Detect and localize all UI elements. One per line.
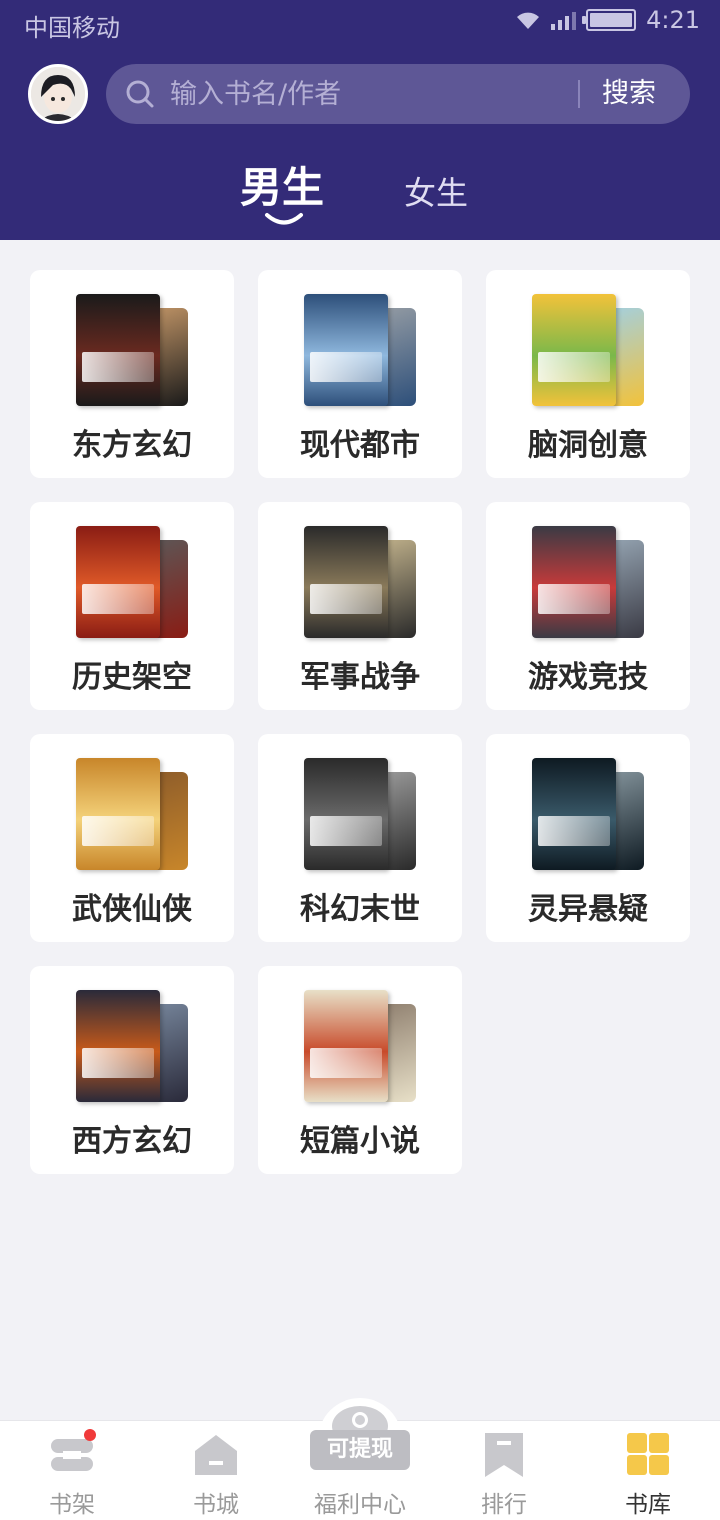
category-card[interactable]: 历史架空 <box>30 502 234 710</box>
cover-title-art <box>310 352 382 382</box>
book-cover-stack <box>532 526 644 638</box>
book-cover-stack <box>532 758 644 870</box>
category-label: 短篇小说 <box>300 1124 420 1159</box>
category-card[interactable]: 东方玄幻 <box>30 270 234 478</box>
search-icon <box>126 80 154 108</box>
notification-dot <box>84 1429 96 1441</box>
nav-item-bookshelf[interactable]: 书架 <box>0 1421 144 1520</box>
search-input[interactable] <box>170 64 610 124</box>
category-label: 军事战争 <box>300 660 420 695</box>
status-icons: 4:21 <box>515 6 700 34</box>
category-card[interactable]: 短篇小说 <box>258 966 462 1174</box>
nav-label: 排行 <box>481 1492 527 1518</box>
category-card[interactable]: 灵异悬疑 <box>486 734 690 942</box>
clock: 4:21 <box>646 6 700 34</box>
book-cover-stack <box>304 294 416 406</box>
cover-title-art <box>310 816 382 846</box>
book-cover-stack <box>76 758 188 870</box>
cover-title-art <box>82 1048 154 1078</box>
book-cover-front <box>76 526 160 638</box>
book-cover-front <box>304 294 388 406</box>
header: 中国移动 4:21 搜索 男生 <box>0 0 720 240</box>
book-cover-front <box>76 758 160 870</box>
search-button[interactable]: 搜索 <box>602 64 656 124</box>
category-label: 科幻末世 <box>300 892 420 927</box>
bookstore-icon <box>195 1435 237 1475</box>
category-label: 历史架空 <box>72 660 192 695</box>
category-grid: 东方玄幻 现代都市 脑洞创意历史架空 军事战争 游戏竞技武侠仙侠 科幻末世 灵异悬疑西方玄幻… <box>30 270 690 1174</box>
cover-title-art <box>310 584 382 614</box>
nav-item-bookstore[interactable]: 书城 <box>144 1421 288 1520</box>
nav-item-ranking[interactable]: 排行 <box>432 1421 576 1520</box>
avatar-portrait-icon <box>31 67 85 121</box>
search-divider <box>578 80 580 108</box>
category-card[interactable]: 游戏竞技 <box>486 502 690 710</box>
library-icon <box>627 1433 669 1475</box>
book-cover-front <box>532 526 616 638</box>
category-label: 脑洞创意 <box>528 428 648 463</box>
book-cover-stack <box>304 758 416 870</box>
book-cover-stack <box>304 990 416 1102</box>
cover-title-art <box>310 1048 382 1078</box>
book-cover-front <box>532 758 616 870</box>
cover-title-art <box>82 352 154 382</box>
cover-title-art <box>538 352 610 382</box>
book-cover-stack <box>76 526 188 638</box>
nav-label: 书架 <box>49 1492 95 1518</box>
search-box[interactable]: 搜索 <box>106 64 690 124</box>
book-cover-front <box>532 294 616 406</box>
book-cover-stack <box>304 526 416 638</box>
nav-label: 书城 <box>193 1492 239 1518</box>
signal-icon <box>551 10 577 30</box>
category-card[interactable]: 脑洞创意 <box>486 270 690 478</box>
category-card[interactable]: 现代都市 <box>258 270 462 478</box>
tab-female[interactable]: 女生 <box>404 168 468 214</box>
category-label: 灵异悬疑 <box>528 892 648 927</box>
status-bar: 中国移动 4:21 <box>0 0 720 48</box>
cover-title-art <box>538 584 610 614</box>
cover-title-art <box>82 584 154 614</box>
category-label: 东方玄幻 <box>72 428 192 463</box>
active-tab-indicator <box>265 213 303 225</box>
book-cover-stack <box>532 294 644 406</box>
ranking-icon <box>485 1433 523 1477</box>
category-label: 现代都市 <box>300 428 420 463</box>
carrier-name: 中国移动 <box>24 14 120 42</box>
category-label: 武侠仙侠 <box>72 892 192 927</box>
nav-label: 书库 <box>625 1492 671 1518</box>
welfare-coin-center <box>352 1412 368 1428</box>
nav-item-library[interactable]: 书库 <box>576 1421 720 1520</box>
cover-title-art <box>538 816 610 846</box>
category-card[interactable]: 军事战争 <box>258 502 462 710</box>
avatar[interactable] <box>28 64 88 124</box>
category-card[interactable]: 科幻末世 <box>258 734 462 942</box>
book-cover-stack <box>76 294 188 406</box>
category-label: 游戏竞技 <box>528 660 648 695</box>
cover-title-art <box>82 816 154 846</box>
nav-label: 福利中心 <box>314 1492 406 1518</box>
wifi-icon <box>517 12 540 29</box>
category-label: 西方玄幻 <box>72 1124 192 1159</box>
book-cover-front <box>76 294 160 406</box>
book-cover-stack <box>76 990 188 1102</box>
tab-male[interactable]: 男生 <box>240 154 324 215</box>
book-cover-front <box>304 758 388 870</box>
book-cover-front <box>76 990 160 1102</box>
book-cover-front <box>304 526 388 638</box>
battery-icon <box>582 9 637 31</box>
book-cover-front <box>304 990 388 1102</box>
category-card[interactable]: 西方玄幻 <box>30 966 234 1174</box>
category-card[interactable]: 武侠仙侠 <box>30 734 234 942</box>
welfare-withdraw-badge[interactable]: 可提现 <box>310 1430 410 1470</box>
